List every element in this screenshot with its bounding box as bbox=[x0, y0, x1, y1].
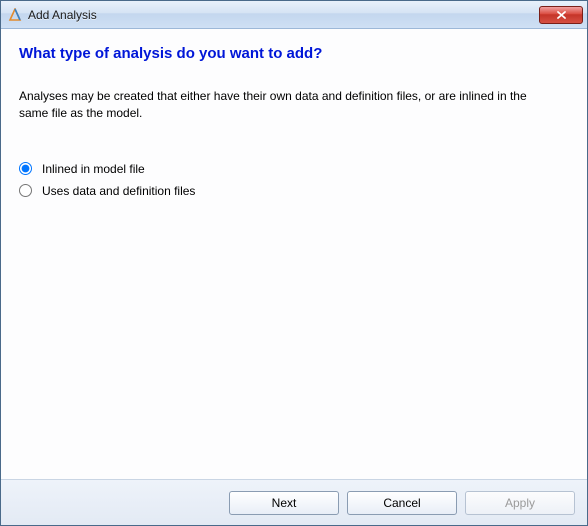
dialog-window: Add Analysis What type of analysis do yo… bbox=[0, 0, 588, 526]
radio-option-inlined[interactable]: Inlined in model file bbox=[19, 162, 569, 176]
spacer bbox=[19, 198, 569, 469]
app-icon bbox=[7, 7, 23, 23]
button-bar: Next Cancel Apply bbox=[1, 479, 587, 525]
close-button[interactable] bbox=[539, 6, 583, 24]
radio-inlined[interactable] bbox=[19, 162, 32, 175]
dialog-content: What type of analysis do you want to add… bbox=[1, 29, 587, 479]
radio-option-files[interactable]: Uses data and definition files bbox=[19, 184, 569, 198]
titlebar[interactable]: Add Analysis bbox=[1, 1, 587, 29]
radio-files-label[interactable]: Uses data and definition files bbox=[42, 184, 195, 198]
cancel-button[interactable]: Cancel bbox=[347, 491, 457, 515]
apply-button: Apply bbox=[465, 491, 575, 515]
next-button[interactable]: Next bbox=[229, 491, 339, 515]
page-heading: What type of analysis do you want to add… bbox=[19, 45, 569, 62]
radio-inlined-label[interactable]: Inlined in model file bbox=[42, 162, 145, 176]
radio-files[interactable] bbox=[19, 184, 32, 197]
window-title: Add Analysis bbox=[28, 8, 539, 22]
close-icon bbox=[556, 10, 567, 20]
description-text: Analyses may be created that either have… bbox=[19, 88, 539, 122]
analysis-type-radio-group: Inlined in model file Uses data and defi… bbox=[19, 162, 569, 198]
